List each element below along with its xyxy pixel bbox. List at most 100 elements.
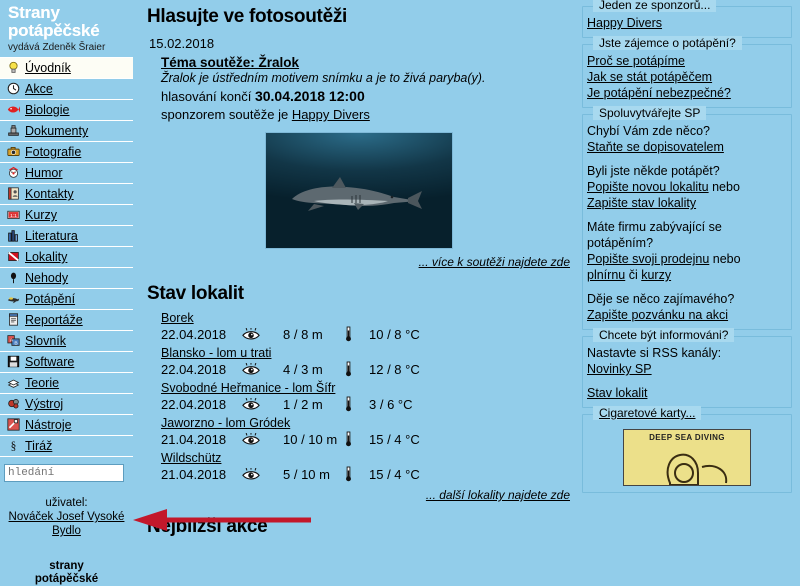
sidebar-item-label[interactable]: Lokality xyxy=(25,247,67,267)
location-link[interactable]: Borek xyxy=(161,311,194,325)
cigarette-card-image[interactable]: DEEP SEA DIVING xyxy=(623,429,751,486)
sidebar-item-akce[interactable]: Akce xyxy=(0,79,133,100)
info-link-line[interactable]: Popište novou lokalitu nebo xyxy=(587,179,789,195)
info-link-line[interactable]: Zapište stav lokality xyxy=(587,195,789,211)
info-link[interactable]: plnírnu xyxy=(587,268,625,282)
info-link-line[interactable]: Je potápění nebezpečné? xyxy=(587,85,789,101)
sidebar-item-label[interactable]: Potápění xyxy=(25,289,75,309)
location-name[interactable]: Wildschütz xyxy=(161,451,570,465)
info-link-line[interactable]: Zapište pozvánku na akci xyxy=(587,307,789,323)
location-name[interactable]: Svobodné Heřmanice - lom Šífr xyxy=(161,381,570,395)
info-link[interactable]: Zapište pozvánku na akci xyxy=(587,308,728,322)
info-link-secondary[interactable]: kurzy xyxy=(641,268,671,282)
sidebar-item-label[interactable]: Nehody xyxy=(25,268,68,288)
visibility-eye-icon xyxy=(241,432,283,446)
location-date: 21.04.2018 xyxy=(161,431,227,447)
info-box-legend[interactable]: Cigaretové karty... xyxy=(593,406,702,420)
info-link-line[interactable]: Popište svoji prodejnu nebo xyxy=(587,251,789,267)
info-link[interactable]: Je potápění nebezpečné? xyxy=(587,86,731,100)
sidebar-item-label[interactable]: Humor xyxy=(25,163,63,183)
dictionary-icon: AB xyxy=(6,334,21,348)
info-link-line[interactable]: Happy Divers xyxy=(587,15,789,31)
info-link[interactable]: Staňte se dopisovatelem xyxy=(587,140,724,154)
sidebar-item-label[interactable]: Slovník xyxy=(25,331,66,351)
sidebar-item-biologie[interactable]: Biologie xyxy=(0,100,133,121)
user-name-link[interactable]: Nováček Josef Vysoké Bydlo xyxy=(9,511,125,537)
sidebar-item-label[interactable]: Výstroj xyxy=(25,394,63,414)
location-link[interactable]: Jaworzno - lom Gródek xyxy=(161,416,290,430)
info-link[interactable]: Popište novou lokalitu xyxy=(587,180,709,194)
info-link-line[interactable]: Jak se stát potápěčem xyxy=(587,69,789,85)
sidebar-item-label[interactable]: Reportáže xyxy=(25,310,83,330)
location-name[interactable]: Blansko - lom u trati xyxy=(161,346,570,360)
info-link[interactable]: Happy Divers xyxy=(587,16,662,30)
sidebar-item-kontakty[interactable]: Kontakty xyxy=(0,184,133,205)
sidebar-item-label[interactable]: Dokumenty xyxy=(25,121,88,141)
visibility-eye-icon xyxy=(242,432,260,445)
location-link[interactable]: Blansko - lom u trati xyxy=(161,346,271,360)
address-book-icon xyxy=(6,187,21,201)
sidebar-item-literatura[interactable]: Literatura xyxy=(0,226,133,247)
sidebar-item-label[interactable]: Biologie xyxy=(25,100,69,120)
sidebar-item-label[interactable]: Kurzy xyxy=(25,205,57,225)
sidebar-item-lokality[interactable]: Lokality xyxy=(0,247,133,268)
temperature-thermometer-icon xyxy=(346,326,351,342)
sidebar-item-teorie[interactable]: Teorie xyxy=(0,373,133,394)
info-box-legend-link[interactable]: Cigaretové karty... xyxy=(599,406,695,420)
sidebar-item-fotografie[interactable]: Fotografie xyxy=(0,142,133,163)
sidebar-item-tir-[interactable]: § Tiráž xyxy=(0,436,133,457)
sidebar-item-label[interactable]: Úvodník xyxy=(25,58,71,78)
sidebar-item-label[interactable]: Literatura xyxy=(25,226,78,246)
location-link[interactable]: Svobodné Heřmanice - lom Šífr xyxy=(161,381,335,395)
floppy-icon xyxy=(6,355,21,369)
sidebar-item-label[interactable]: Teorie xyxy=(25,373,59,393)
info-link-line[interactable]: Stav lokalit xyxy=(587,385,789,401)
location-stats: 22.04.2018 8 / 8 m 10 / 8 °C xyxy=(161,326,570,342)
contest-sponsor-link[interactable]: Happy Divers xyxy=(292,107,370,122)
sidebar-item-kurzy[interactable]: 1:1 Kurzy xyxy=(0,205,133,226)
info-link[interactable]: Proč se potápíme xyxy=(587,54,685,68)
location-stats: 21.04.2018 5 / 10 m 15 / 4 °C xyxy=(161,466,570,482)
contest-more-link[interactable]: ... více k soutěži najdete zde xyxy=(419,255,570,269)
visibility-eye-icon xyxy=(241,397,283,411)
contest-more-link-row: ... více k soutěži najdete zde xyxy=(147,255,570,269)
location-name[interactable]: Borek xyxy=(161,311,570,325)
sidebar-item-label[interactable]: Fotografie xyxy=(25,142,81,162)
sidebar-item-humor[interactable]: Humor xyxy=(0,163,133,184)
sidebar-item-pot-p-n-[interactable]: Potápění xyxy=(0,289,133,310)
temperature-thermometer-icon xyxy=(345,326,369,342)
location-link[interactable]: Wildschütz xyxy=(161,451,221,465)
shark-photo[interactable] xyxy=(264,132,453,249)
sidebar-item-dokumenty[interactable]: Dokumenty xyxy=(0,121,133,142)
search-box[interactable] xyxy=(4,463,129,482)
sidebar-item-label[interactable]: Tiráž xyxy=(25,436,52,456)
locations-more-link[interactable]: ... další lokality najdete zde xyxy=(426,488,570,502)
sidebar-item-slovn-k[interactable]: A B Slovník xyxy=(0,331,133,352)
info-link[interactable]: Zapište stav lokality xyxy=(587,196,696,210)
sidebar-item-label[interactable]: Akce xyxy=(25,79,53,99)
location-temperature: 12 / 8 °C xyxy=(369,361,420,377)
search-input[interactable] xyxy=(4,464,124,482)
lightbulb-icon xyxy=(6,61,21,75)
sidebar-item-n-stroje[interactable]: Nástroje xyxy=(0,415,133,436)
info-link[interactable]: Stav lokalit xyxy=(587,386,647,400)
sidebar-item-v-stroj[interactable]: Výstroj xyxy=(0,394,133,415)
info-link-line[interactable]: Novinky SP xyxy=(587,361,789,377)
sidebar-item-label[interactable]: Software xyxy=(25,352,74,372)
location-name[interactable]: Jaworzno - lom Gródek xyxy=(161,416,570,430)
info-link-line[interactable]: Staňte se dopisovatelem xyxy=(587,139,789,155)
certificate-icon: 1:1 xyxy=(6,208,21,222)
info-link-line[interactable]: plnírnu či kurzy xyxy=(587,267,789,283)
sidebar-item-report-e[interactable]: Reportáže xyxy=(0,310,133,331)
sidebar-item-label[interactable]: Kontakty xyxy=(25,184,74,204)
info-box: Jeden ze sponzorů... Happy Divers xyxy=(582,0,792,38)
info-link[interactable]: Novinky SP xyxy=(587,362,652,376)
sidebar-item--vodn-k[interactable]: Úvodník xyxy=(0,58,133,79)
sidebar-item-nehody[interactable]: Nehody xyxy=(0,268,133,289)
info-link[interactable]: Jak se stát potápěčem xyxy=(587,70,712,84)
contest-topic-link[interactable]: Téma soutěže: Žralok xyxy=(161,55,299,70)
sidebar-item-label[interactable]: Nástroje xyxy=(25,415,72,435)
sidebar-item-software[interactable]: Software xyxy=(0,352,133,373)
info-link[interactable]: Popište svoji prodejnu xyxy=(587,252,709,266)
info-link-line[interactable]: Proč se potápíme xyxy=(587,53,789,69)
